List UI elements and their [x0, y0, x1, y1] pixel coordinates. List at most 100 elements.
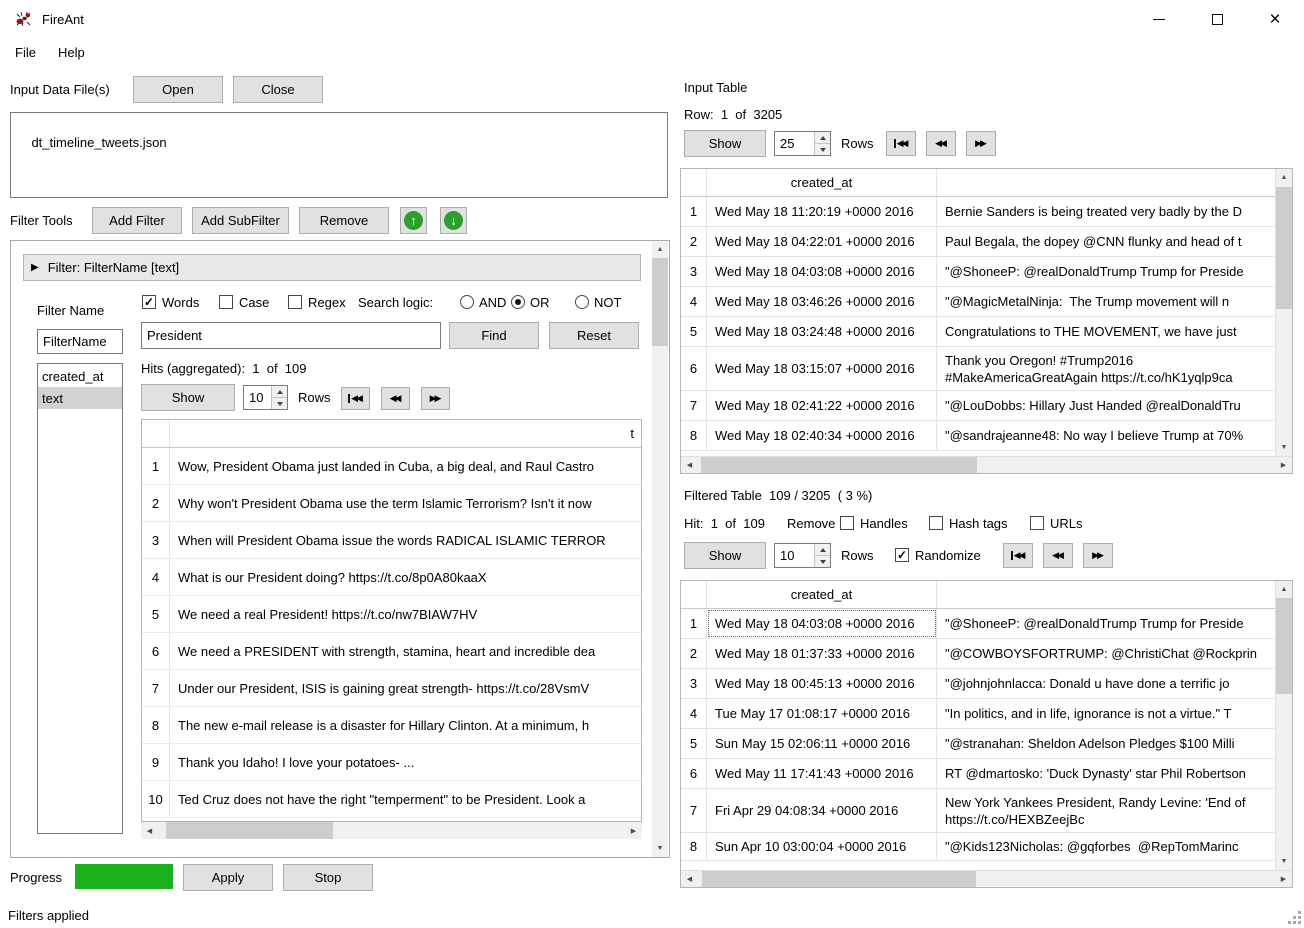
table-row[interactable]: 7Wed May 18 02:41:22 +0000 2016"@LouDobb…	[681, 391, 1275, 421]
urls-checkbox[interactable]: ✓	[1030, 516, 1044, 530]
input-next-page-button[interactable]: ▶▶	[966, 131, 996, 156]
results-text-column-header[interactable]: t	[170, 420, 641, 447]
results-row[interactable]: 2Why won't President Obama use the term …	[142, 485, 641, 522]
results-row[interactable]: 5We need a real President! https://t.co/…	[142, 596, 641, 633]
scroll-right-icon[interactable]: ▶	[1275, 871, 1292, 887]
filtered-table-hscrollbar[interactable]: ◀ ▶	[681, 870, 1292, 887]
table-row[interactable]: 5Wed May 18 03:24:48 +0000 2016Congratul…	[681, 317, 1275, 347]
scroll-down-icon[interactable]: ▼	[1276, 853, 1292, 870]
show-results-button[interactable]: Show	[141, 384, 235, 411]
results-row[interactable]: 7Under our President, ISIS is gaining gr…	[142, 670, 641, 707]
filtered-rows-spinner[interactable]: 10	[774, 543, 831, 568]
results-next-page-button[interactable]: ▶▶	[421, 387, 450, 410]
apply-button[interactable]: Apply	[183, 864, 273, 891]
scroll-thumb[interactable]	[702, 871, 976, 887]
scroll-thumb[interactable]	[1276, 187, 1292, 309]
add-filter-button[interactable]: Add Filter	[92, 207, 182, 234]
spinner-up-icon[interactable]	[815, 132, 830, 144]
filtered-next-page-button[interactable]: ▶▶	[1083, 543, 1113, 568]
or-radio[interactable]	[511, 295, 525, 309]
resize-grip[interactable]	[1288, 911, 1302, 925]
scroll-right-icon[interactable]: ▶	[625, 822, 642, 839]
table-row[interactable]: 3Wed May 18 00:45:13 +0000 2016"@johnjoh…	[681, 669, 1275, 699]
table-row[interactable]: 4Tue May 17 01:08:17 +0000 2016"In polit…	[681, 699, 1275, 729]
handles-checkbox[interactable]: ✓	[840, 516, 854, 530]
stop-button[interactable]: Stop	[283, 864, 373, 891]
randomize-checkbox[interactable]: ✓	[895, 548, 909, 562]
table-row-selected[interactable]: 1Wed May 18 04:03:08 +0000 2016"@ShoneeP…	[681, 609, 1275, 639]
spinner-down-icon[interactable]	[815, 144, 830, 155]
maximize-button[interactable]	[1188, 0, 1246, 38]
not-radio[interactable]	[575, 295, 589, 309]
scroll-thumb[interactable]	[166, 822, 333, 839]
close-file-button[interactable]: Close	[233, 76, 323, 103]
table-row[interactable]: 8Sun Apr 10 03:00:04 +0000 2016"@Kids123…	[681, 833, 1275, 861]
results-row[interactable]: 4What is our President doing? https://t.…	[142, 559, 641, 596]
filter-panel-scrollbar[interactable]: ▲ ▼	[652, 241, 668, 857]
field-item-text[interactable]: text	[38, 387, 122, 409]
scroll-left-icon[interactable]: ◀	[141, 822, 158, 839]
scroll-right-icon[interactable]: ▶	[1275, 457, 1292, 473]
close-button[interactable]: ×	[1246, 0, 1304, 38]
table-row[interactable]: 2Wed May 18 01:37:33 +0000 2016"@COWBOYS…	[681, 639, 1275, 669]
open-button[interactable]: Open	[133, 76, 223, 103]
find-button[interactable]: Find	[449, 322, 539, 349]
spinner-up-icon[interactable]	[815, 544, 830, 556]
table-row[interactable]: 4Wed May 18 03:46:26 +0000 2016"@MagicMe…	[681, 287, 1275, 317]
filter-collapse-header[interactable]: ▶ Filter: FilterName [text]	[23, 254, 641, 281]
reset-button[interactable]: Reset	[549, 322, 639, 349]
field-item-created-at[interactable]: created_at	[38, 365, 122, 387]
input-prev-page-button[interactable]: ◀◀	[926, 131, 956, 156]
menu-help[interactable]: Help	[47, 40, 96, 65]
scroll-down-icon[interactable]: ▼	[1276, 439, 1292, 456]
spinner-down-icon[interactable]	[272, 398, 287, 409]
filtered-prev-page-button[interactable]: ◀◀	[1043, 543, 1073, 568]
table-row[interactable]: 6Wed May 18 03:15:07 +0000 2016Thank you…	[681, 347, 1275, 391]
results-first-page-button[interactable]: ◀◀	[341, 387, 370, 410]
scroll-down-icon[interactable]: ▼	[652, 840, 668, 857]
words-checkbox[interactable]: ✓	[142, 295, 156, 309]
file-list-box[interactable]: dt_timeline_tweets.json	[10, 112, 668, 198]
scroll-thumb[interactable]	[701, 457, 977, 473]
results-prev-page-button[interactable]: ◀◀	[381, 387, 410, 410]
table-row[interactable]: 1Wed May 18 11:20:19 +0000 2016Bernie Sa…	[681, 197, 1275, 227]
scroll-left-icon[interactable]: ◀	[681, 457, 698, 473]
scroll-up-icon[interactable]: ▲	[1276, 169, 1292, 186]
minimize-button[interactable]	[1130, 0, 1188, 38]
input-show-button[interactable]: Show	[684, 130, 766, 157]
created-at-column-header[interactable]: created_at	[707, 169, 937, 196]
filtered-table-vscrollbar[interactable]: ▲ ▼	[1275, 581, 1292, 870]
and-radio[interactable]	[460, 295, 474, 309]
search-input[interactable]	[141, 322, 441, 349]
table-row[interactable]: 7Fri Apr 29 04:08:34 +0000 2016New York …	[681, 789, 1275, 833]
filter-name-input[interactable]	[37, 329, 123, 354]
results-horizontal-scrollbar[interactable]: ◀ ▶	[141, 822, 642, 839]
table-row[interactable]: 5Sun May 15 02:06:11 +0000 2016"@stranah…	[681, 729, 1275, 759]
results-row[interactable]: 10Ted Cruz does not have the right "temp…	[142, 781, 641, 818]
scroll-up-icon[interactable]: ▲	[652, 241, 668, 258]
results-row[interactable]: 3When will President Obama issue the wor…	[142, 522, 641, 559]
spinner-up-icon[interactable]	[272, 386, 287, 398]
scroll-up-icon[interactable]: ▲	[1276, 581, 1292, 598]
move-filter-down-button[interactable]: ↓	[440, 207, 467, 234]
move-filter-up-button[interactable]: ↑	[400, 207, 427, 234]
scroll-thumb[interactable]	[652, 258, 668, 346]
filtered-show-button[interactable]: Show	[684, 542, 766, 569]
table-row[interactable]: 6Wed May 11 17:41:43 +0000 2016RT @dmart…	[681, 759, 1275, 789]
filtered-first-page-button[interactable]: ◀◀	[1003, 543, 1033, 568]
table-row[interactable]: 3Wed May 18 04:03:08 +0000 2016"@ShoneeP…	[681, 257, 1275, 287]
spinner-down-icon[interactable]	[815, 556, 830, 567]
case-checkbox[interactable]: ✓	[219, 295, 233, 309]
add-subfilter-button[interactable]: Add SubFilter	[192, 207, 289, 234]
input-rows-spinner[interactable]: 25	[774, 131, 831, 156]
input-first-page-button[interactable]: ◀◀	[886, 131, 916, 156]
table-row[interactable]: 8Wed May 18 02:40:34 +0000 2016"@sandraj…	[681, 421, 1275, 451]
results-row[interactable]: 9Thank you Idaho! I love your potatoes- …	[142, 744, 641, 781]
input-table-hscrollbar[interactable]: ◀ ▶	[681, 456, 1292, 473]
remove-filter-button[interactable]: Remove	[299, 207, 389, 234]
table-row[interactable]: 2Wed May 18 04:22:01 +0000 2016Paul Bega…	[681, 227, 1275, 257]
menu-file[interactable]: File	[4, 40, 47, 65]
results-row[interactable]: 1Wow, President Obama just landed in Cub…	[142, 448, 641, 485]
scroll-left-icon[interactable]: ◀	[681, 871, 698, 887]
input-table-vscrollbar[interactable]: ▲ ▼	[1275, 169, 1292, 456]
